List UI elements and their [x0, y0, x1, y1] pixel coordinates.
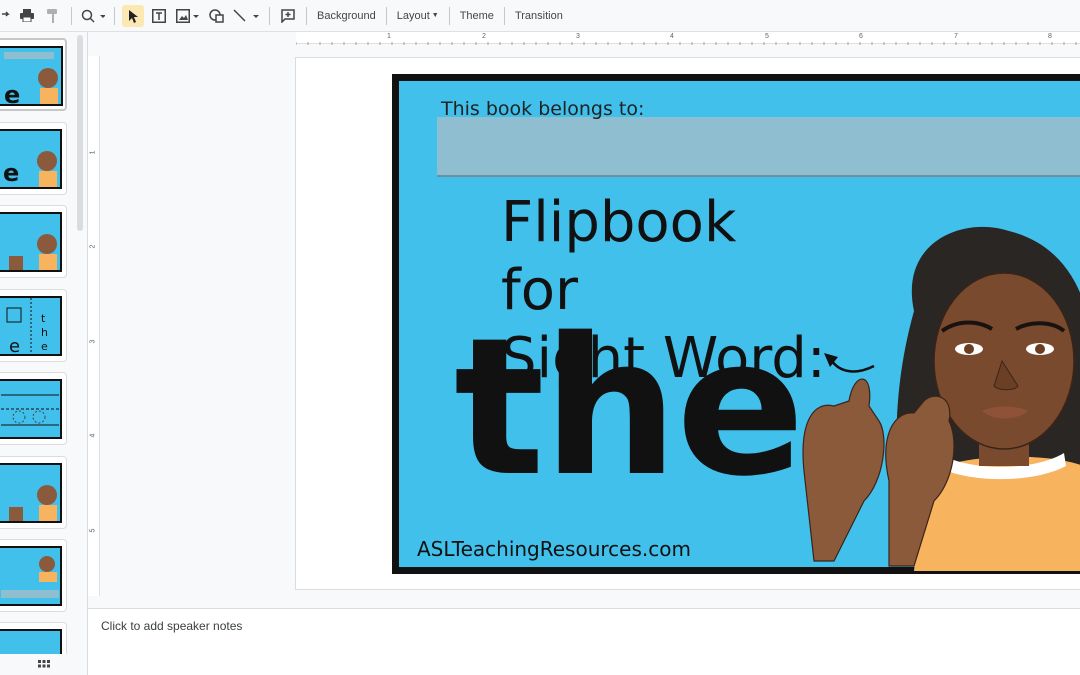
ruler-number: 3	[89, 339, 97, 344]
svg-text:e: e	[3, 159, 19, 187]
text-box-icon[interactable]	[148, 5, 170, 27]
transition-label: Transition	[514, 9, 563, 22]
slide-thumbnail-preview: e	[0, 46, 63, 106]
signing-girl-illustration	[802, 226, 1080, 571]
name-entry-band	[437, 117, 1080, 177]
paint-format-icon[interactable]	[42, 5, 64, 27]
slide-thumbnail[interactable]	[0, 372, 67, 445]
slide-thumbnail[interactable]	[0, 456, 67, 529]
slide-canvas[interactable]: This book belongs to: Flipbook for Sight…	[295, 57, 1080, 590]
slide-thumbnail[interactable]: e	[0, 122, 67, 195]
svg-text:e: e	[41, 340, 48, 353]
ruler-number: 5	[765, 33, 769, 40]
ruler-ticks	[295, 42, 1077, 45]
toolbar-separator	[269, 6, 270, 25]
ruler-number: 5	[89, 528, 97, 533]
slide-thumbnail-preview: ethe	[0, 296, 62, 356]
notes-resize-handle[interactable]	[88, 602, 1080, 609]
svg-text:h: h	[41, 326, 48, 339]
slide-editor: 1 2 3 4 5 6 7 8 1 2 3 4 5 This book belo…	[88, 32, 1080, 602]
ruler-number: 1	[387, 33, 391, 40]
redo-icon[interactable]	[0, 5, 12, 27]
toolbar-separator	[114, 6, 115, 25]
theme-button[interactable]: Theme	[455, 5, 499, 27]
svg-text:t: t	[41, 312, 46, 325]
slide-thumbnail[interactable]: ethe	[0, 289, 67, 362]
filmstrip-scrollbar[interactable]	[77, 35, 83, 231]
toolbar-separator	[385, 6, 387, 25]
toolbar-separator	[306, 6, 307, 25]
toolbar: Background Layout ▼ Theme Transition	[0, 0, 1080, 32]
speaker-notes[interactable]: Click to add speaker notes	[88, 609, 1080, 675]
ruler-number: 8	[1048, 33, 1052, 40]
slide-thumbnail[interactable]	[0, 205, 67, 278]
cover-image[interactable]: This book belongs to: Flipbook for Sight…	[392, 74, 1080, 574]
insert-image-icon[interactable]	[174, 5, 202, 27]
background-label: Background	[317, 9, 376, 22]
toolbar-separator	[503, 6, 505, 25]
ruler-number: 2	[482, 33, 486, 40]
slide-thumbnail-preview	[0, 379, 62, 439]
theme-label: Theme	[459, 9, 494, 22]
slide-filmstrip[interactable]: e e ethe	[0, 32, 88, 675]
print-icon[interactable]	[16, 5, 38, 27]
ruler-number: 1	[89, 150, 97, 155]
vertical-ruler[interactable]: 1 2 3 4 5	[88, 56, 100, 596]
chevron-down-icon: ▼	[431, 12, 439, 19]
add-comment-icon[interactable]	[277, 5, 299, 27]
layout-button[interactable]: Layout ▼	[392, 5, 444, 27]
ruler-number: 6	[859, 33, 863, 40]
slide-thumbnail[interactable]: e	[0, 38, 67, 111]
toolbar-separator	[448, 6, 450, 25]
background-button[interactable]: Background	[312, 5, 381, 27]
ruler-number: 7	[954, 33, 958, 40]
slide-thumbnail-preview	[0, 546, 62, 606]
ruler-number: 4	[670, 33, 674, 40]
slide-thumbnail-preview	[0, 463, 62, 523]
website-text: ASLTeachingResources.com	[417, 537, 691, 561]
transition-button[interactable]: Transition	[510, 5, 568, 27]
sight-word: the	[454, 297, 805, 518]
layout-label: Layout	[396, 9, 430, 22]
ruler-number: 3	[576, 33, 580, 40]
select-cursor-icon[interactable]	[122, 4, 144, 27]
slide-thumbnail-preview	[0, 212, 62, 272]
svg-text:e: e	[9, 336, 20, 356]
horizontal-ruler[interactable]: 1 2 3 4 5 6 7 8	[295, 32, 1080, 45]
toolbar-separator	[71, 6, 72, 25]
shape-icon[interactable]	[206, 5, 228, 27]
line-icon[interactable]	[232, 5, 262, 27]
belongs-text: This book belongs to:	[441, 98, 645, 120]
zoom-icon[interactable]	[79, 5, 107, 27]
ruler-number: 2	[89, 244, 97, 249]
slide-thumbnail-preview: e	[0, 129, 62, 189]
svg-text:e: e	[4, 81, 20, 106]
slide-thumbnail[interactable]	[0, 539, 67, 612]
grid-view-icon[interactable]	[0, 654, 87, 675]
ruler-number: 4	[89, 433, 97, 438]
speaker-notes-placeholder: Click to add speaker notes	[101, 619, 243, 633]
